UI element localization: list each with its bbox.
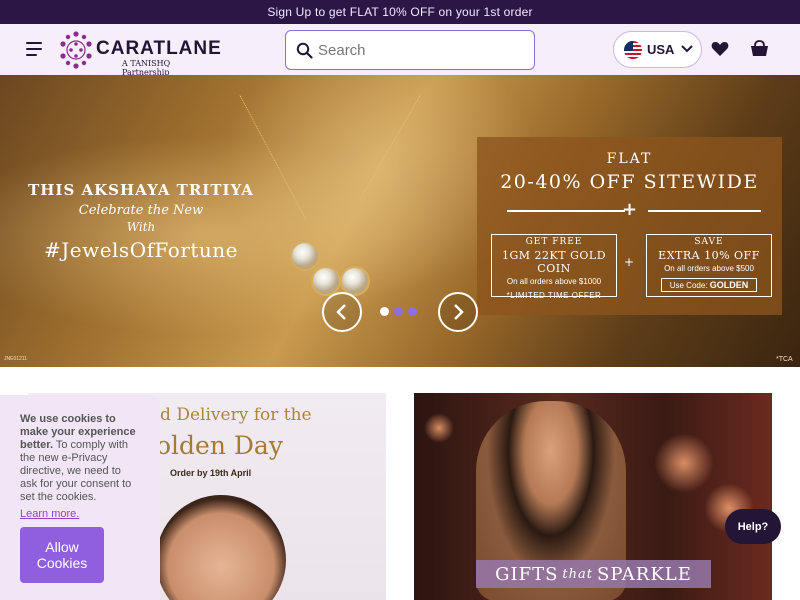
cookie-learn-more-link[interactable]: Learn more. bbox=[20, 508, 79, 520]
offer-card-extra: SAVE EXTRA 10% OFF On all orders above $… bbox=[646, 234, 772, 297]
model-photo bbox=[156, 495, 286, 600]
hero-title: THIS AKSHAYA TRITIYA bbox=[28, 181, 254, 199]
help-label: Help? bbox=[737, 520, 769, 533]
pendant-image bbox=[290, 241, 320, 271]
brand-name: CARATLANE bbox=[96, 38, 222, 59]
delivery-tile-line2: olden Day bbox=[156, 431, 283, 460]
promo-bar[interactable]: Sign Up to get FLAT 10% OFF on your 1st … bbox=[0, 0, 800, 24]
hero-tagline: THIS AKSHAYA TRITIYA Celebrate the New W… bbox=[26, 181, 256, 262]
delivery-tile-line3: Order by 19th April bbox=[170, 468, 252, 478]
search-icon[interactable] bbox=[296, 42, 313, 59]
card2-title: SAVE bbox=[694, 237, 724, 247]
coupon-value: GOLDEN bbox=[709, 280, 749, 290]
card1-title: GET FREE bbox=[525, 237, 583, 247]
that-word: that bbox=[562, 566, 593, 582]
offer-main: 20-40% OFF SITEWIDE bbox=[500, 171, 759, 193]
gifts-promo-tile[interactable]: GIFTS that SPARKLE bbox=[414, 393, 772, 600]
promo-text[interactable]: Sign Up to get FLAT 10% OFF on your 1st … bbox=[267, 5, 532, 19]
gifts-word: GIFTS bbox=[495, 563, 559, 585]
delivery-tile-line1: ed Delivery for the bbox=[150, 405, 312, 425]
sparkle-word: SPARKLE bbox=[597, 563, 692, 585]
hero-banner[interactable]: THIS AKSHAYA TRITIYA Celebrate the New W… bbox=[0, 75, 800, 367]
caratlane-logo-icon bbox=[60, 31, 92, 69]
card1-main: 1GM 22KT GOLD COIN bbox=[501, 249, 607, 275]
us-flag-icon bbox=[624, 41, 642, 59]
hero-fine-print-right: *TCA bbox=[776, 356, 793, 363]
carousel-next-button[interactable] bbox=[438, 292, 478, 332]
offer-flat: FLAT bbox=[606, 151, 653, 167]
offer-plus: + bbox=[622, 199, 638, 220]
offer-box: FLAT 20-40% OFF SITEWIDE + GET FREE 1GM … bbox=[477, 137, 782, 315]
carousel-dot-1[interactable] bbox=[380, 307, 389, 316]
carousel-dot-3[interactable] bbox=[408, 307, 417, 316]
country-label: USA bbox=[647, 42, 675, 57]
hero-hashtag: #JewelsOfFortune bbox=[43, 238, 239, 262]
offer-card-gold-coin: GET FREE 1GM 22KT GOLD COIN On all order… bbox=[491, 234, 617, 300]
allow-cookies-button[interactable]: Allow Cookies bbox=[20, 527, 104, 583]
chevron-down-icon bbox=[681, 45, 693, 53]
country-selector[interactable]: USA bbox=[613, 31, 702, 68]
hero-subtitle: Celebrate the New bbox=[78, 203, 204, 218]
search-input[interactable] bbox=[318, 41, 518, 59]
card1-sub: On all orders above $1000 bbox=[506, 277, 602, 286]
chevron-right-icon bbox=[454, 304, 464, 320]
search-box[interactable] bbox=[285, 30, 535, 70]
header: CARATLANE A TANISHQ Partnership USA bbox=[0, 24, 800, 77]
carousel-prev-button[interactable] bbox=[322, 292, 362, 332]
chevron-left-icon bbox=[336, 304, 346, 320]
coupon-prefix: Use Code: bbox=[669, 281, 708, 290]
cookie-message: We use cookies to make your experience b… bbox=[20, 413, 140, 504]
card2-sub: On all orders above $500 bbox=[664, 264, 754, 273]
gifts-banner: GIFTS that SPARKLE bbox=[476, 560, 711, 588]
wishlist-heart-icon[interactable] bbox=[711, 41, 729, 57]
help-chat-button[interactable]: Help? bbox=[725, 509, 781, 544]
card2-main: EXTRA 10% OFF bbox=[658, 249, 760, 262]
menu-icon[interactable] bbox=[26, 42, 44, 56]
logo[interactable]: CARATLANE A TANISHQ Partnership bbox=[58, 29, 221, 77]
hero-fine-print-left: JNE01211 bbox=[4, 356, 27, 362]
card1-note: *LIMITED TIME OFFER bbox=[506, 291, 602, 300]
offer-mid-plus: + bbox=[624, 255, 635, 269]
carousel-dots bbox=[380, 307, 417, 316]
cart-bag-icon[interactable] bbox=[750, 40, 769, 57]
coupon-code: Use Code: GOLDEN bbox=[660, 278, 758, 292]
cookie-consent-panel: We use cookies to make your experience b… bbox=[0, 395, 160, 600]
hero-with: With bbox=[126, 220, 156, 234]
carousel-dot-2[interactable] bbox=[394, 307, 403, 316]
